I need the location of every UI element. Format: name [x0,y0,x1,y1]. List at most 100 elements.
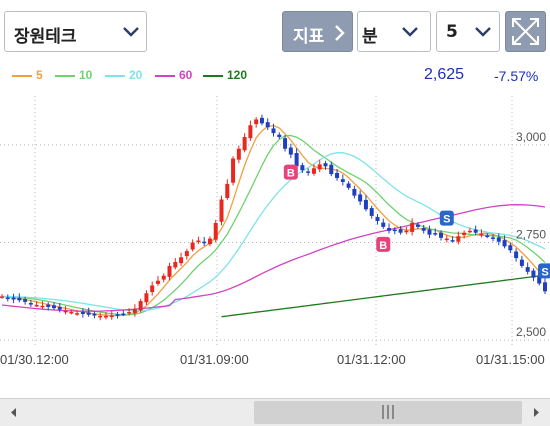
candle-body [132,308,137,314]
y-tick-label: 2,500 [516,325,546,339]
candle-body [167,265,172,277]
candle-body [23,299,28,302]
ma-line-5 [1,125,546,317]
legend-swatch [155,75,175,77]
legend-label: 5 [36,68,43,82]
candle-body [369,208,374,216]
candle-body [127,312,132,314]
candle-body [236,148,241,160]
candle-body [196,240,201,243]
candle-body [398,229,403,233]
candle-body [86,312,91,315]
candle-body [479,233,484,236]
candle-body [138,301,143,311]
period-value: 5 [446,22,458,42]
candle-body [485,235,490,237]
candle-body [34,304,39,307]
legend-swatch [12,75,32,77]
candle-body [456,236,461,242]
candle-body [294,153,299,167]
candle-body [5,297,10,300]
marker-label: S [443,214,450,226]
x-tick-label: 01/30.12:00 [0,352,69,367]
marker-label: B [287,168,295,180]
legend-label: 10 [79,68,93,82]
candle-body [439,232,444,238]
ma-line-10 [1,134,546,316]
chevron-down-icon [123,27,139,37]
period-value-select[interactable]: 5 [436,11,500,52]
candle-body [57,306,62,310]
candle-body [358,194,363,202]
candle-body [444,238,449,241]
candle-body [98,315,103,318]
candle-body [496,237,501,242]
arrow-left-icon [11,408,16,417]
candle-body [184,251,189,257]
chevron-down-icon [402,27,418,37]
candle-body [363,199,368,210]
legend-label: 60 [179,68,193,82]
period-unit-select[interactable]: 분 [357,11,431,52]
stock-select[interactable]: 장원테크 [4,11,147,52]
grip-icon [382,405,394,419]
candle-body [392,229,397,232]
candle-body [271,128,276,134]
candle-body [404,230,409,233]
candle-body [387,228,392,231]
candle-body [207,238,212,245]
candle-body [335,172,340,179]
candle-body [155,280,160,284]
candle-body [231,158,236,183]
candle-body [467,230,472,233]
legend-label: 120 [227,68,248,82]
candle-body [17,297,22,301]
current-price: 2,625 [424,66,465,83]
candle-body [415,224,420,227]
candle-body [525,267,530,272]
candle-body [514,251,519,259]
indicator-button[interactable]: 지표 [282,11,353,52]
candle-body [450,240,455,242]
arrow-right-icon [534,408,539,417]
ma-line-20 [1,152,546,312]
candle-body [202,241,207,244]
legend-swatch [203,75,223,77]
candle-body [150,285,155,293]
fullscreen-button[interactable] [505,11,546,52]
candle-body [375,217,380,221]
candle-body [462,232,467,236]
period-unit: 분 [362,27,378,47]
candle-body [317,164,322,170]
x-tick-label: 01/31.15:00 [476,352,545,367]
candle-body [259,117,264,124]
scroll-right-button[interactable] [522,399,550,426]
candle-body [46,304,51,307]
candle-body [0,296,4,298]
chart-scrollbar[interactable] [0,398,550,426]
candle-body [433,233,438,235]
candle-body [161,275,166,280]
candle-body [265,122,270,128]
price-chart[interactable]: B B S S 3,000 2,750 2,500 01/30.12:00 01/31.09:0… [0,96,550,398]
candle-body [254,119,259,125]
candle-body [173,262,178,268]
candle-body [502,240,507,247]
candle-body [121,313,126,316]
candle-body [346,183,351,188]
candle-body [519,259,524,266]
candle-body [508,245,513,251]
candle-body [491,237,496,239]
candle-body [190,242,195,250]
candle-body [427,229,432,235]
candle-body [531,270,536,278]
candle-body [381,222,386,227]
candle-body [306,171,311,173]
scroll-thumb[interactable] [254,401,522,424]
candle-body [277,134,282,138]
scroll-left-button[interactable] [0,399,28,426]
candle-body [219,199,224,222]
candle-body [410,222,415,232]
candle-body [248,125,253,139]
indicator-label: 지표 [293,27,325,47]
